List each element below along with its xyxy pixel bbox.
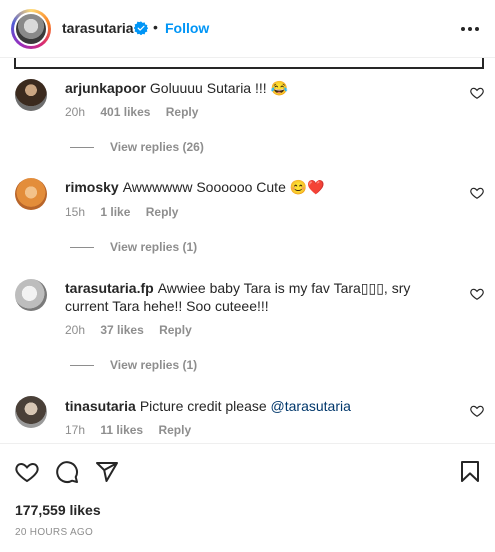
comment-meta: 20h 37 likes Reply <box>65 323 204 337</box>
separator-dot: • <box>153 19 158 35</box>
view-replies-button[interactable]: View replies (1) <box>70 358 197 372</box>
comment-text: tinasutaria Picture credit please @tarasu… <box>65 397 450 415</box>
comment-likes[interactable]: 37 likes <box>100 323 143 337</box>
likes-count[interactable]: 177,559 likes <box>15 502 101 518</box>
follow-button[interactable]: Follow <box>165 20 209 36</box>
share-paper-plane-icon[interactable] <box>95 460 119 484</box>
commenter-avatar[interactable] <box>15 178 47 210</box>
view-replies-button[interactable]: View replies (26) <box>70 140 204 154</box>
comment-username[interactable]: rimosky <box>65 179 119 195</box>
comment-mention-link[interactable]: @tarasutaria <box>271 398 351 414</box>
comment-meta: 20h 401 likes Reply <box>65 105 210 119</box>
post-timestamp[interactable]: 20 HOURS AGO <box>15 527 93 538</box>
view-replies-line <box>70 247 94 249</box>
comment-meta: 17h 11 likes Reply <box>65 423 203 437</box>
reply-button[interactable]: Reply <box>146 205 179 219</box>
comment-body: Goluuuu Sutaria !!! 😂 <box>149 80 288 96</box>
view-replies-line <box>70 147 94 149</box>
comment-body: Awwwwww Soooooo Cute 😊❤️ <box>122 179 325 195</box>
like-heart-icon[interactable] <box>15 460 39 484</box>
comment-time[interactable]: 15h <box>65 205 85 219</box>
comment-username[interactable]: tarasutaria.fp <box>65 280 154 296</box>
comment-text: arjunkapoor Goluuuu Sutaria !!! 😂 <box>65 79 450 97</box>
commenter-avatar[interactable] <box>15 79 47 111</box>
like-comment-heart-icon[interactable] <box>470 86 484 100</box>
post-header: tarasutaria • Follow <box>0 0 495 58</box>
view-replies-label: View replies (1) <box>110 240 198 254</box>
comment-username[interactable]: tinasutaria <box>65 398 136 414</box>
avatar-photo <box>16 14 46 44</box>
commenter-avatar[interactable] <box>15 396 47 428</box>
like-comment-heart-icon[interactable] <box>470 287 484 301</box>
comment-text: rimosky Awwwwww Soooooo Cute 😊❤️ <box>65 178 450 196</box>
comment-time[interactable]: 17h <box>65 423 85 437</box>
caption-box-edge <box>14 58 484 69</box>
verified-badge-icon <box>134 21 148 35</box>
view-replies-label: View replies (26) <box>110 140 204 154</box>
view-replies-button[interactable]: View replies (1) <box>70 240 197 254</box>
view-replies-label: View replies (1) <box>110 358 198 372</box>
save-bookmark-icon[interactable] <box>458 460 482 484</box>
commenter-avatar[interactable] <box>15 279 47 311</box>
reply-button[interactable]: Reply <box>159 323 192 337</box>
profile-avatar[interactable] <box>11 9 51 49</box>
reply-button[interactable]: Reply <box>158 423 191 437</box>
comment-body: Picture credit please <box>139 398 271 414</box>
comment-username[interactable]: arjunkapoor <box>65 80 146 96</box>
comment-bubble-icon[interactable] <box>55 460 79 484</box>
comment-likes[interactable]: 401 likes <box>100 105 150 119</box>
comment-likes[interactable]: 1 like <box>100 205 130 219</box>
comment-meta: 15h 1 like Reply <box>65 205 190 219</box>
more-options-icon[interactable] <box>460 26 480 32</box>
comment-text: tarasutaria.fp Awwiee baby Tara is my fav… <box>65 279 450 315</box>
comment-likes[interactable]: 11 likes <box>100 423 143 437</box>
comment-time[interactable]: 20h <box>65 323 85 337</box>
like-comment-heart-icon[interactable] <box>470 186 484 200</box>
reply-button[interactable]: Reply <box>166 105 199 119</box>
view-replies-line <box>70 365 94 367</box>
post-actions-section: 177,559 likes 20 HOURS AGO <box>0 443 495 552</box>
post-author-username[interactable]: tarasutaria <box>62 20 134 36</box>
comment-time[interactable]: 20h <box>65 105 85 119</box>
like-comment-heart-icon[interactable] <box>470 404 484 418</box>
